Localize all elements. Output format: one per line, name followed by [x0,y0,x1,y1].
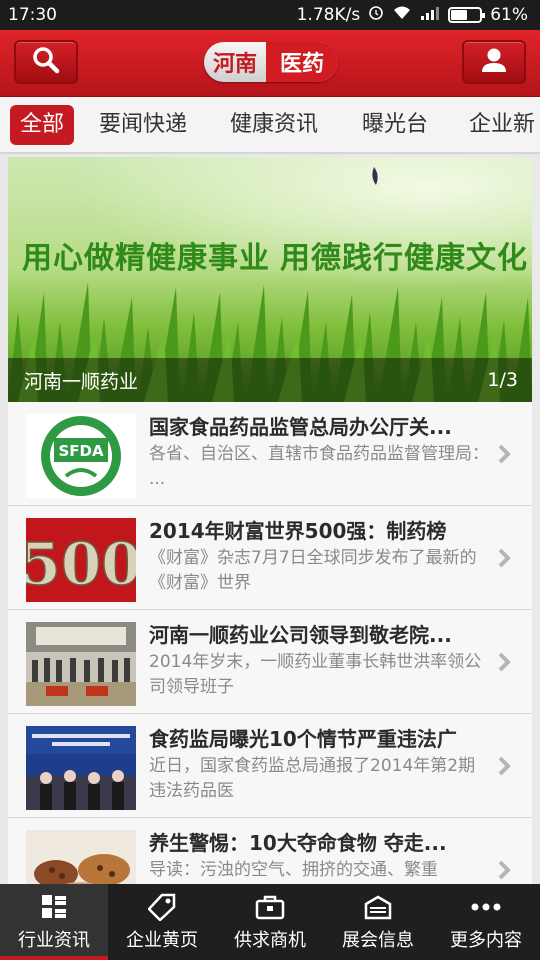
app-logo: 河南 医药 [204,42,338,82]
banner-caption-text: 河南一顺药业 [24,370,139,393]
inbox-icon [363,892,393,922]
chevron-right-icon [494,858,514,882]
news-summary: 近日，国家食药监总局通报了2014年第2期违法药品医 [149,756,476,801]
list-item[interactable]: 500 2014年财富世界500强：制药榜 《财富》杂志7月7日全球同步发布了最… [8,506,532,610]
news-summary: 导读：污浊的空气、拥挤的交通、繁重 [149,860,438,880]
list-item[interactable]: 食药监局曝光10个情节严重违法广 近日，国家食药监总局通报了2014年第2期违法… [8,714,532,818]
user-icon [479,45,509,79]
battery-icon [448,7,486,23]
app-header: 河南 医药 [0,30,540,97]
nav-more[interactable]: 更多内容 [432,884,540,960]
news-title: 食药监局曝光10个情节严重违法广 [149,727,457,751]
list-item[interactable]: 河南一顺药业公司领导到敬老院... 2014年岁末，一顺药业董事长韩世洪率领公司… [8,610,532,714]
banner-carousel[interactable]: 用心做精健康事业 用德践行健康文化 河南一顺药业 1/3 [8,157,532,402]
logo-right-text: 医药 [266,42,338,82]
logo-left-text: 河南 [212,52,257,77]
tab-company-news[interactable]: 企业新 [469,105,535,145]
banner-caption: 河南一顺药业 1/3 [8,358,532,402]
more-icon [471,892,501,922]
news-thumbnail: 500 [26,518,136,602]
list-item[interactable]: SFDA 国家食品药品监管总局办公厅关... 各省、自治区、直辖市食品药品监督管… [8,402,532,506]
news-thumbnail: SFDA [26,414,136,498]
tag-icon [148,892,176,922]
news-title: 河南一顺药业公司领导到敬老院... [149,623,452,647]
category-tabs: 全部 要闻快递 健康资讯 曝光台 企业新 [0,97,540,154]
chevron-right-icon [494,650,514,674]
news-title: 2014年财富世界500强：制药榜 [149,519,447,543]
nav-label: 企业黄页 [126,930,198,951]
news-thumbnail [26,622,136,706]
news-thumbnail [26,830,136,884]
news-summary: 2014年岁末，一顺药业董事长韩世洪率领公司领导班子 [149,652,482,697]
nav-label: 行业资讯 [18,930,90,951]
news-summary: 各省、自治区、直辖市食品药品监督管理局： ... [149,444,489,489]
banner-slogan-right: 用德践行健康文化 [280,241,528,276]
news-title: 国家食品药品监管总局办公厅关... [149,415,452,439]
status-time: 17:30 [8,5,57,25]
tab-exposure[interactable]: 曝光台 [362,105,428,145]
nav-exhibitions[interactable]: 展会信息 [324,884,432,960]
search-icon [31,45,61,79]
nav-label: 更多内容 [450,930,522,951]
list-item[interactable]: 养生警惕：10大夺命食物 夺走... 导读：污浊的空气、拥挤的交通、繁重 [8,818,532,884]
nav-company-directory[interactable]: 企业黄页 [108,884,216,960]
tab-all[interactable]: 全部 [10,105,75,145]
news-thumbnail [26,726,136,810]
nav-supply-demand[interactable]: 供求商机 [216,884,324,960]
chevron-right-icon [494,442,514,466]
news-title: 养生警惕：10大夺命食物 夺走... [149,831,447,855]
news-list: SFDA 国家食品药品监管总局办公厅关... 各省、自治区、直辖市食品药品监督管… [8,402,532,884]
user-button[interactable] [462,40,526,84]
sfda-logo-text: SFDA [58,442,104,460]
news-summary: 《财富》杂志7月7日全球同步发布了最新的《财富》世界 [149,548,477,593]
battery-percent: 61% [490,5,528,25]
nav-label: 展会信息 [342,930,414,951]
nav-industry-news[interactable]: 行业资讯 [0,884,108,960]
tab-news-express[interactable]: 要闻快递 [99,105,187,145]
chevron-right-icon [494,546,514,570]
alarm-icon [368,5,384,26]
bottom-nav: 行业资讯 企业黄页 供求商机 展会信息 更多内容 [0,884,540,960]
signal-icon [420,5,440,26]
nav-label: 供求商机 [234,930,306,951]
network-speed: 1.78K/s [296,5,361,25]
banner-pager: 1/3 [487,369,518,391]
thumb-500-text: 500 [26,530,136,598]
leaf-icon [372,167,378,185]
grid-icon [41,892,67,922]
chevron-right-icon [494,754,514,778]
tab-health-info[interactable]: 健康资讯 [230,105,318,145]
search-button[interactable] [14,40,78,84]
banner-slogan-left: 用心做精健康事业 [22,241,270,276]
wifi-icon [392,5,412,26]
briefcase-icon [255,892,285,922]
status-bar: 17:30 1.78K/s 61% [0,0,540,30]
